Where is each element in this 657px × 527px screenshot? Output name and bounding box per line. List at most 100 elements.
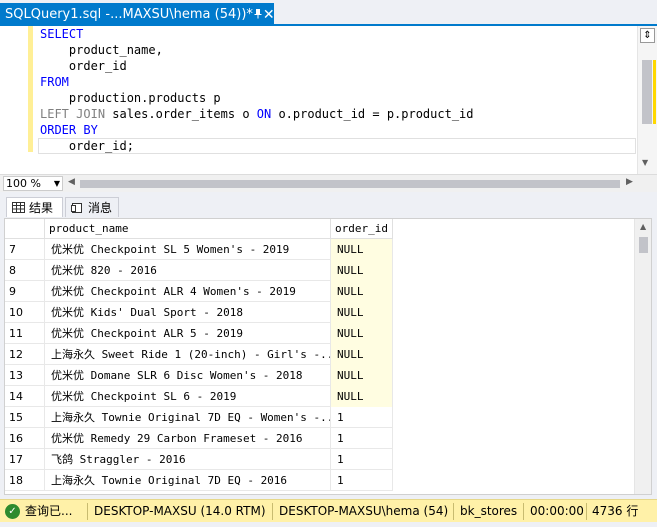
cell-product-name[interactable]: 上海永久 Townie Original 7D EQ - 2016	[45, 470, 331, 491]
tab-messages-label: 消息	[88, 201, 113, 215]
scroll-down-icon[interactable]: ▼	[642, 158, 648, 167]
document-tab-bar: SQLQuery1.sql -...MAXSU\hema (54))* ✕	[0, 0, 657, 26]
query-document-tab[interactable]: SQLQuery1.sql -...MAXSU\hema (54))* ✕	[0, 3, 275, 26]
cell-product-name[interactable]: 上海永久 Sweet Ride 1 (20-inch) - Girl's -..…	[45, 344, 331, 365]
editor-vertical-scrollbar[interactable]: ⇕ ▼	[637, 26, 657, 174]
results-grid[interactable]: product_name order_id 7 优米优 Checkpoint S…	[4, 218, 652, 495]
status-elapsed-time: 00:00:00	[530, 504, 584, 518]
table-row[interactable]: 15 上海永久 Townie Original 7D EQ - Women's …	[5, 407, 393, 428]
table-row[interactable]: 14 优米优 Checkpoint SL 6 - 2019 NULL	[5, 386, 393, 407]
keyword-order-by: ORDER BY	[40, 123, 98, 137]
cell-order-id[interactable]: NULL	[331, 260, 393, 281]
result-tabs: 结果 消息	[0, 192, 657, 218]
zoom-select[interactable]: 100 % ▼	[3, 176, 63, 191]
grid-scroll-thumb[interactable]	[639, 237, 648, 253]
cell-order-id[interactable]: 1	[331, 428, 393, 449]
cell-order-id[interactable]: NULL	[331, 239, 393, 260]
keyword-left: LEFT	[40, 107, 69, 121]
row-number[interactable]: 16	[5, 428, 45, 449]
cell-product-name[interactable]: 优米优 Remedy 29 Carbon Frameset - 2016	[45, 428, 331, 449]
cell-product-name[interactable]: 优米优 Checkpoint SL 6 - 2019	[45, 386, 331, 407]
cell-order-id[interactable]: 1	[331, 470, 393, 491]
status-divider	[87, 503, 88, 520]
grid-vertical-scrollbar[interactable]: ▲	[634, 219, 651, 494]
code-line-table: production.products p	[40, 91, 221, 105]
row-number[interactable]: 11	[5, 323, 45, 344]
keyword-on: ON	[256, 107, 272, 121]
cell-order-id[interactable]: NULL	[331, 281, 393, 302]
row-number-header[interactable]	[5, 219, 45, 239]
row-number[interactable]: 10	[5, 302, 45, 323]
editor-horizontal-scroll-thumb[interactable]	[80, 180, 620, 188]
cell-order-id[interactable]: NULL	[331, 386, 393, 407]
table-row[interactable]: 18 上海永久 Townie Original 7D EQ - 2016 1	[5, 470, 393, 491]
tab-results-label: 结果	[29, 201, 54, 215]
tab-messages[interactable]: 消息	[65, 197, 119, 217]
editor-scroll-thumb[interactable]	[642, 60, 652, 124]
table-row[interactable]: 9 优米优 Checkpoint ALR 4 Women's - 2019 NU…	[5, 281, 393, 302]
row-number[interactable]: 14	[5, 386, 45, 407]
table-row[interactable]: 10 优米优 Kids' Dual Sport - 2018 NULL	[5, 302, 393, 323]
table-row[interactable]: 8 优米优 820 - 2016 NULL	[5, 260, 393, 281]
status-divider	[272, 503, 273, 520]
scroll-change-marker	[653, 60, 656, 124]
cell-product-name[interactable]: 飞鸽 Straggler - 2016	[45, 449, 331, 470]
grid-icon	[11, 201, 25, 214]
tab-results[interactable]: 结果	[6, 197, 63, 217]
message-icon	[70, 202, 84, 214]
editor-footer-bar: 100 % ▼ ◀ ▶	[0, 174, 657, 192]
status-divider	[453, 503, 454, 520]
cell-product-name[interactable]: 优米优 Kids' Dual Sport - 2018	[45, 302, 331, 323]
scroll-up-icon[interactable]: ▲	[640, 222, 646, 231]
table-row[interactable]: 11 优米优 Checkpoint ALR 5 - 2019 NULL	[5, 323, 393, 344]
code-line-order-column: order_id;	[40, 139, 134, 153]
sql-code[interactable]: SELECT product_name, order_id FROM produ…	[40, 26, 474, 154]
cell-order-id[interactable]: NULL	[331, 302, 393, 323]
row-number[interactable]: 17	[5, 449, 45, 470]
row-number[interactable]: 9	[5, 281, 45, 302]
cell-product-name[interactable]: 上海永久 Townie Original 7D EQ - Women's -..…	[45, 407, 331, 428]
window-bottom-edge	[0, 522, 657, 527]
row-number[interactable]: 12	[5, 344, 45, 365]
scroll-left-icon[interactable]: ◀	[68, 177, 75, 187]
row-number[interactable]: 8	[5, 260, 45, 281]
pin-icon[interactable]	[253, 8, 263, 22]
status-database: bk_stores	[460, 504, 518, 518]
cell-product-name[interactable]: 优米优 Domane SLR 6 Disc Women's - 2018	[45, 365, 331, 386]
row-number[interactable]: 18	[5, 470, 45, 491]
row-number[interactable]: 15	[5, 407, 45, 428]
cell-order-id[interactable]: NULL	[331, 365, 393, 386]
cell-product-name[interactable]: 优米优 Checkpoint ALR 4 Women's - 2019	[45, 281, 331, 302]
table-row[interactable]: 17 飞鸽 Straggler - 2016 1	[5, 449, 393, 470]
code-line-product-name: product_name,	[40, 43, 163, 57]
status-bar: ✓ 查询已... DESKTOP-MAXSU (14.0 RTM) DESKTO…	[0, 499, 657, 522]
cell-product-name[interactable]: 优米优 Checkpoint SL 5 Women's - 2019	[45, 239, 331, 260]
keyword-select: SELECT	[40, 27, 84, 41]
cell-order-id[interactable]: 1	[331, 407, 393, 428]
split-window-icon[interactable]: ⇕	[640, 28, 655, 43]
row-number[interactable]: 13	[5, 365, 45, 386]
table-row[interactable]: 12 上海永久 Sweet Ride 1 (20-inch) - Girl's …	[5, 344, 393, 365]
status-query-state: 查询已...	[25, 504, 73, 518]
status-divider	[586, 503, 587, 520]
column-header-product-name[interactable]: product_name	[45, 219, 331, 239]
success-check-icon: ✓	[5, 504, 20, 519]
cell-order-id[interactable]: NULL	[331, 344, 393, 365]
cell-product-name[interactable]: 优米优 Checkpoint ALR 5 - 2019	[45, 323, 331, 344]
status-user: DESKTOP-MAXSU\hema (54)	[279, 504, 449, 518]
cell-order-id[interactable]: NULL	[331, 323, 393, 344]
keyword-join: JOIN	[76, 107, 106, 121]
table-row[interactable]: 7 优米优 Checkpoint SL 5 Women's - 2019 NUL…	[5, 239, 393, 260]
cell-order-id[interactable]: 1	[331, 449, 393, 470]
scroll-right-icon[interactable]: ▶	[626, 177, 633, 187]
query-tab-title: SQLQuery1.sql -...MAXSU\hema (54))*	[5, 7, 253, 22]
cell-product-name[interactable]: 优米优 820 - 2016	[45, 260, 331, 281]
close-icon[interactable]: ✕	[263, 7, 275, 23]
table-row[interactable]: 13 优米优 Domane SLR 6 Disc Women's - 2018 …	[5, 365, 393, 386]
sql-editor[interactable]: SELECT product_name, order_id FROM produ…	[0, 26, 657, 174]
row-number[interactable]: 7	[5, 239, 45, 260]
column-header-order-id[interactable]: order_id	[331, 219, 393, 239]
chevron-down-icon[interactable]: ▼	[54, 177, 60, 190]
table-row[interactable]: 16 优米优 Remedy 29 Carbon Frameset - 2016 …	[5, 428, 393, 449]
change-marker-bar	[28, 26, 33, 152]
